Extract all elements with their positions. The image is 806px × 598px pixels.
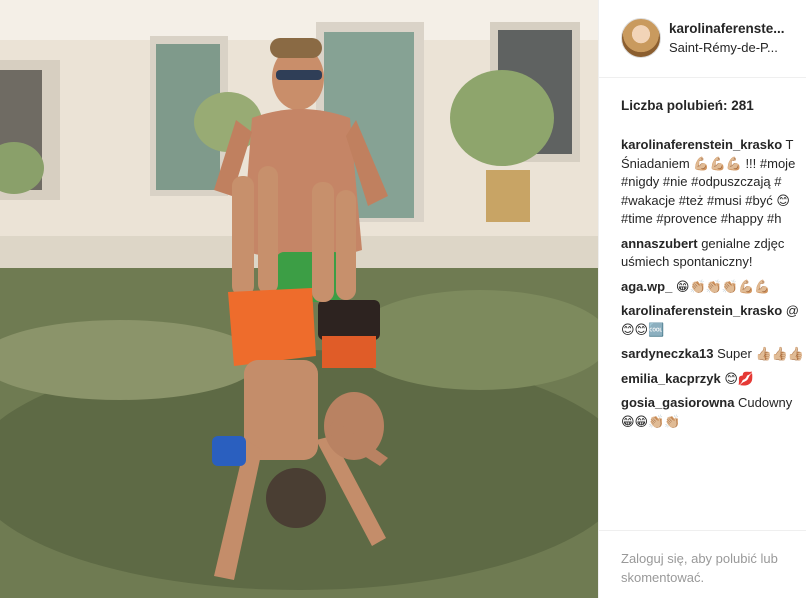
comment-text: 😁😁👏🏼👏🏼 <box>621 413 681 429</box>
comment-text: 😊😊🆒 <box>621 321 665 337</box>
comment-item: aga.wp_ 😁👏🏼👏🏼👏🏼💪🏼💪🏼 <box>621 278 806 297</box>
login-link[interactable]: Zaloguj się <box>621 551 684 566</box>
comment-text: Cudowny <box>738 395 793 410</box>
comment-text: @ <box>785 303 799 318</box>
caption-line[interactable]: #time #provence #happy #h <box>621 210 806 229</box>
caption-line: Śniadaniem 💪🏼💪🏼💪🏼 !!! #moje <box>621 155 796 171</box>
comment-author-link[interactable]: emilia_kacprzyk <box>621 371 721 386</box>
avatar[interactable] <box>621 18 661 58</box>
comment-item: emilia_kacprzyk 😊💋 <box>621 370 806 389</box>
comment-author-link[interactable]: gosia_gasiorowna <box>621 395 734 410</box>
caption-author-link[interactable]: karolinaferenstein_krasko <box>621 137 782 152</box>
comment-text: 😊💋 <box>724 370 755 386</box>
comment-item: sardyneczka13 Super 👍🏼👍🏼👍🏼 <box>621 345 806 364</box>
login-prompt: Zaloguj się, aby polubić lub skomentować… <box>599 530 806 598</box>
post-location-link[interactable]: Saint-Rémy-de-P... <box>669 40 778 55</box>
post-username-link[interactable]: karolinaferenste... <box>669 21 785 36</box>
post-photo[interactable] <box>0 0 598 598</box>
post-side-panel: karolinaferenste... Saint-Rémy-de-P... L… <box>598 0 806 598</box>
caption-line: T <box>785 137 794 152</box>
comment-author-link[interactable]: aga.wp_ <box>621 279 672 294</box>
comment-author-link[interactable]: sardyneczka13 <box>621 346 714 361</box>
comment-item: karolinaferenstein_krasko @ 😊😊🆒 <box>621 302 806 339</box>
comment-text: genialne zdjęc <box>701 235 785 251</box>
comment-text: Super 👍🏼👍🏼👍🏼 <box>717 346 805 361</box>
comment-author-link[interactable]: annaszubert <box>621 236 698 251</box>
login-prompt-text: Zaloguj się, aby polubić lub skomentować… <box>621 549 801 587</box>
comment-text: 😁👏🏼👏🏼👏🏼💪🏼💪🏼 <box>675 278 771 294</box>
caption-line[interactable]: #nigdy #nie #odpuszczają # <box>621 173 806 192</box>
caption: karolinaferenstein_krasko T Śniadaniem 💪… <box>621 136 806 229</box>
comments-list: karolinaferenstein_krasko T Śniadaniem 💪… <box>621 136 806 437</box>
caption-line[interactable]: #wakacje #też #musi #być 😊 <box>621 192 806 211</box>
comment-text: uśmiech spontaniczny! <box>621 254 753 269</box>
comment-item: gosia_gasiorowna Cudowny 😁😁👏🏼👏🏼 <box>621 394 806 431</box>
post-photo-illustration <box>0 0 598 598</box>
post-header: karolinaferenste... Saint-Rémy-de-P... <box>599 0 806 78</box>
comment-item: annaszubert genialne zdjęc uśmiech spont… <box>621 235 806 272</box>
comment-author-link[interactable]: karolinaferenstein_krasko <box>621 303 782 318</box>
likes-count[interactable]: Liczba polubień: 281 <box>621 98 754 113</box>
